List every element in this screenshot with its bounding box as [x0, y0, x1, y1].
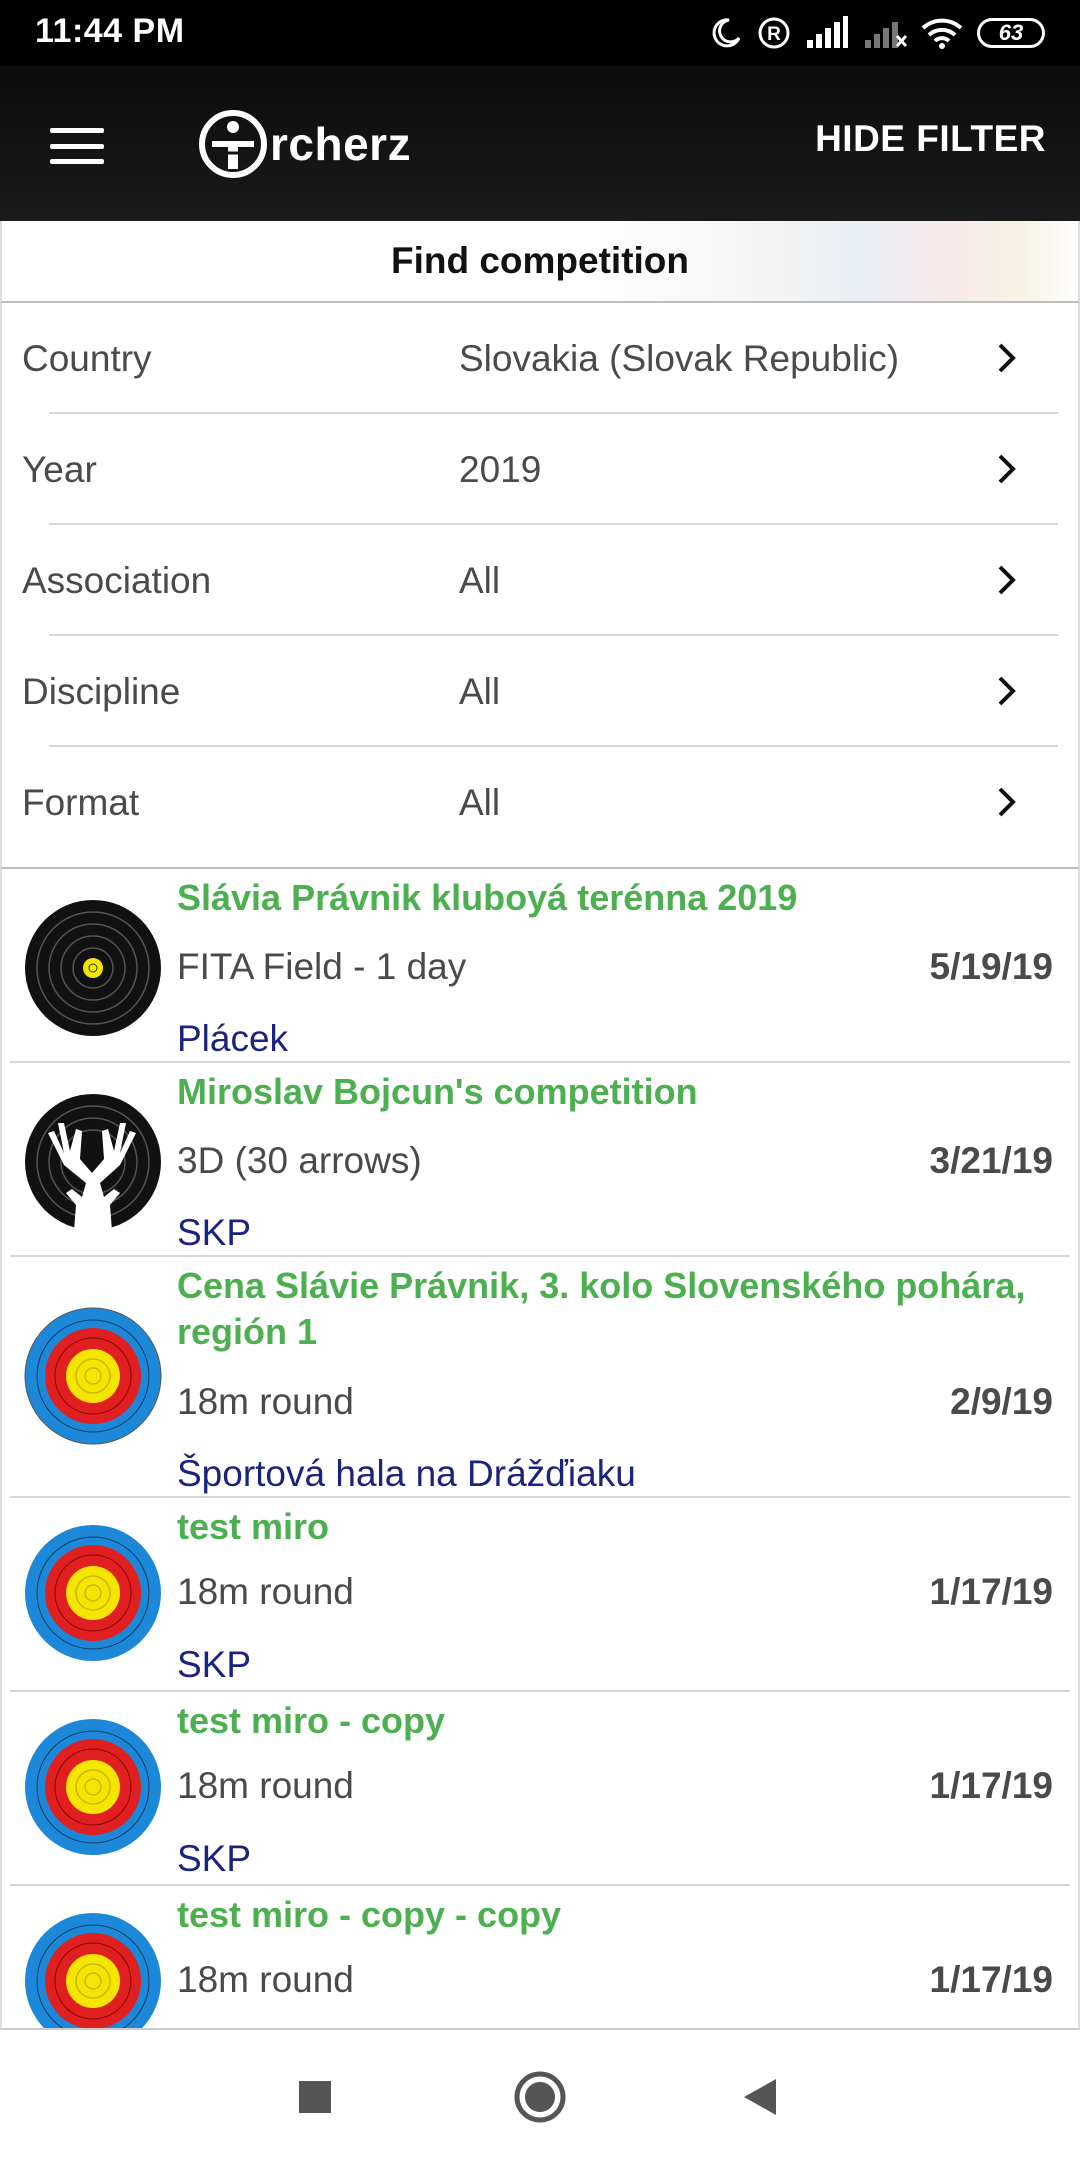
competition-place: Plácek: [177, 1018, 289, 1059]
chevron-right-icon: [998, 565, 1016, 595]
competition-format: FITA Field - 1 day: [177, 946, 467, 987]
filter-header: Find competition: [0, 221, 1080, 303]
competition-format: 18m round: [177, 1765, 354, 1806]
filter-value: 2019: [459, 448, 542, 490]
competition-date: 1/17/19: [929, 1959, 1053, 2000]
competition-format: 18m round: [177, 1381, 354, 1422]
home-circle-icon[interactable]: [512, 2065, 568, 2125]
signal-no-service-icon: [865, 22, 907, 48]
competition-item[interactable]: test miro 18m round 1/17/19 SKP: [2, 1498, 1078, 1692]
chevron-right-icon: [998, 676, 1016, 706]
deer-target-icon: [25, 1094, 161, 1231]
competition-name: Slávia Právnik kluboyá terénna 2019: [177, 877, 798, 918]
competition-item[interactable]: Cena Slávie Právnik, 3. kolo Slovenského…: [2, 1257, 1078, 1498]
signal-icon: [807, 16, 848, 48]
competition-item[interactable]: test miro - copy - copy 18m round 1/17/1…: [2, 1886, 1078, 2028]
status-bar: 11:44 PM R 63: [0, 0, 1080, 66]
competition-place: Športová hala na Drážďiaku: [177, 1453, 636, 1494]
competition-name: test miro - copy: [177, 1700, 446, 1741]
competition-format: 3D (30 arrows): [177, 1140, 422, 1181]
filter-value: Slovakia (Slovak Republic): [459, 337, 900, 379]
competition-date: 5/19/19: [929, 946, 1053, 987]
filter-label: Discipline: [22, 670, 181, 712]
svg-text:R: R: [767, 24, 781, 45]
competition-item[interactable]: Slávia Právnik kluboyá terénna 2019 FITA…: [2, 869, 1078, 1063]
target-face-icon: [25, 1719, 161, 1855]
competition-item[interactable]: Miroslav Bojcun's competition 3D (30 arr…: [2, 1063, 1078, 1257]
filter-header-title: Find competition: [390, 240, 690, 281]
field-target-icon: [25, 900, 161, 1036]
filter-label: Country: [22, 337, 152, 379]
competition-date: 3/21/19: [929, 1140, 1053, 1181]
wifi-icon: [921, 18, 963, 49]
status-time: 11:44 PM: [35, 12, 185, 50]
hamburger-menu-icon[interactable]: [50, 128, 104, 164]
competition-place: SKP: [177, 1838, 252, 1879]
chevron-right-icon: [998, 454, 1016, 484]
competition-name: test miro - copy - copy: [177, 1894, 562, 1935]
filter-row-discipline[interactable]: Discipline All: [2, 636, 1078, 747]
competition-date: 2/9/19: [950, 1381, 1053, 1422]
competition-name: Cena Slávie Právnik, 3. kolo Slovenského…: [177, 1265, 1026, 1352]
filter-value: All: [459, 670, 501, 712]
filter-label: Association: [22, 559, 212, 601]
competition-place: SKP: [177, 1644, 252, 1685]
archerz-logo: rcherz: [198, 106, 411, 182]
registered-icon: R: [758, 17, 790, 49]
competition-format: 18m round: [177, 1571, 354, 1612]
filter-label: Year: [22, 448, 97, 490]
archer-logo-icon: [199, 110, 267, 178]
competition-date: 1/17/19: [929, 1571, 1053, 1612]
filter-row-year[interactable]: Year 2019: [2, 414, 1078, 525]
battery-icon: 63: [977, 18, 1045, 48]
target-face-icon: [25, 1525, 161, 1661]
filter-row-format[interactable]: Format All: [2, 747, 1078, 858]
filter-row-country[interactable]: Country Slovakia (Slovak Republic): [2, 303, 1078, 414]
chevron-right-icon: [998, 787, 1016, 817]
status-icons: R 63: [709, 10, 1045, 56]
filter-row-association[interactable]: Association All: [2, 525, 1078, 636]
back-triangle-icon[interactable]: [738, 2065, 782, 2125]
chevron-right-icon: [998, 343, 1016, 373]
competition-place: SKP: [177, 1212, 252, 1253]
competition-date: 1/17/19: [929, 1765, 1053, 1806]
competition-item[interactable]: test miro - copy 18m round 1/17/19 SKP: [2, 1692, 1078, 1886]
logo-text: rcherz: [270, 118, 412, 170]
filter-value: All: [459, 781, 501, 823]
filter-list: Country Slovakia (Slovak Republic) Year …: [0, 303, 1080, 869]
competition-name: test miro: [177, 1506, 330, 1547]
target-face-icon: [24, 1307, 162, 1445]
target-face-icon: [25, 1913, 161, 2028]
app-bar: rcherz HIDE FILTER: [0, 66, 1080, 221]
competition-list: Slávia Právnik kluboyá terénna 2019 FITA…: [0, 869, 1080, 2030]
hide-filter-button[interactable]: HIDE FILTER: [815, 118, 1046, 160]
filter-value: All: [459, 559, 501, 601]
competition-name: Miroslav Bojcun's competition: [177, 1071, 698, 1112]
system-nav-bar: [0, 2030, 1080, 2160]
competition-format: 18m round: [177, 1959, 354, 2000]
recents-square-icon[interactable]: [295, 2065, 335, 2125]
filter-label: Format: [22, 781, 140, 823]
moon-icon: [712, 18, 741, 48]
